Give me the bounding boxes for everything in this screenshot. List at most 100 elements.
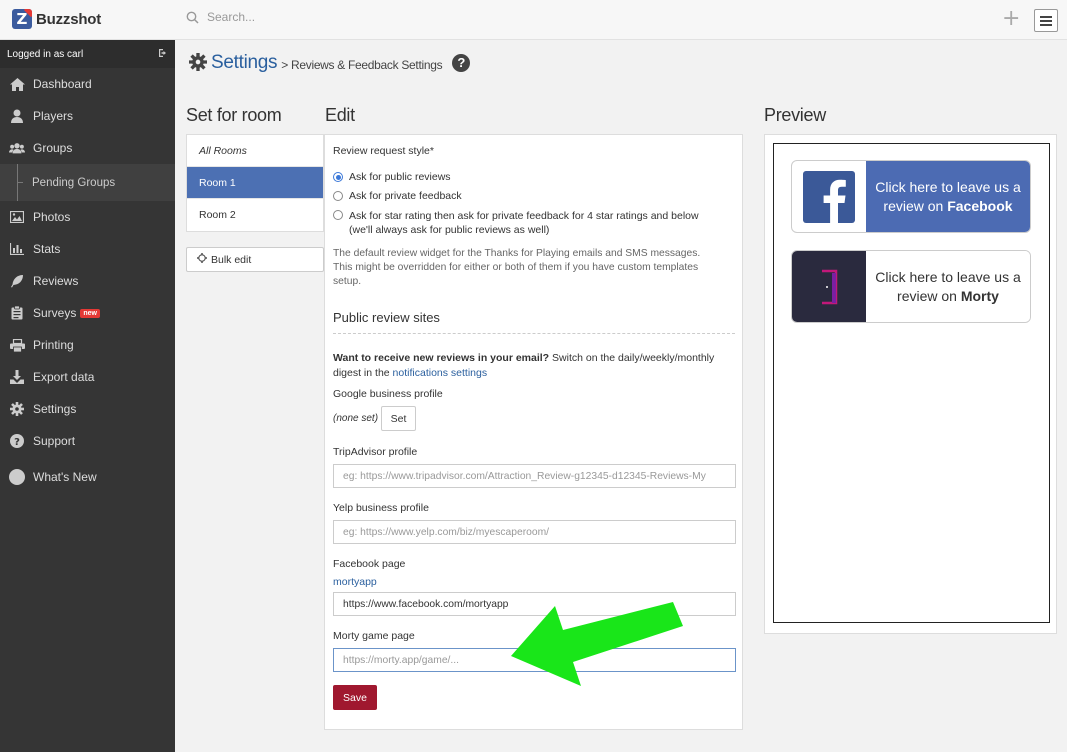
- sidebar-item-groups[interactable]: Groups: [0, 132, 175, 164]
- sidebar-item-photos[interactable]: Photos: [0, 201, 175, 233]
- morty-icon-box: [792, 251, 866, 322]
- sidebar-item-label: Settings: [33, 402, 77, 416]
- users-icon: [9, 140, 25, 156]
- room-1[interactable]: Room 1: [187, 167, 323, 199]
- radio-unselected[interactable]: [333, 210, 343, 220]
- gear-icon: [9, 401, 25, 417]
- facebook-review-button[interactable]: Click here to leave us a review on Facebo…: [791, 160, 1031, 233]
- sidebar-item-pending-groups[interactable]: Pending Groups: [0, 164, 175, 201]
- notifications-settings-link[interactable]: notifications settings: [393, 367, 488, 379]
- yelp-label: Yelp business profile: [333, 502, 429, 514]
- logged-in-bar: Logged in as carl: [0, 40, 175, 68]
- sidebar-item-label: What's New: [33, 470, 97, 484]
- bulk-edit-button[interactable]: Bulk edit: [186, 247, 324, 272]
- radio-selected[interactable]: [333, 172, 343, 182]
- top-bar: Z Buzzshot Search... +: [0, 0, 1067, 40]
- yelp-input[interactable]: eg: https://www.yelp.com/biz/myescaperoo…: [333, 520, 736, 544]
- morty-review-text: Click here to leave us a review on Morty: [866, 251, 1030, 322]
- sidebar-item-whats-new[interactable]: What's New: [0, 461, 175, 493]
- morty-review-button[interactable]: Click here to leave us a review on Morty: [791, 250, 1031, 323]
- google-value: (none set): [333, 413, 379, 424]
- new-badge: new: [80, 308, 100, 318]
- tree-line: [17, 164, 23, 201]
- sidebar-item-label: Pending Groups: [32, 176, 116, 189]
- search-input[interactable]: Search...: [207, 10, 255, 24]
- room-all-rooms[interactable]: All Rooms: [187, 135, 323, 167]
- gear-icon: [197, 253, 207, 266]
- help-icon[interactable]: ?: [452, 54, 471, 72]
- logout-icon[interactable]: [158, 48, 168, 61]
- breadcrumb-settings-link[interactable]: Settings: [211, 52, 278, 74]
- sidebar-item-stats[interactable]: Stats: [0, 233, 175, 265]
- save-button[interactable]: Save: [333, 685, 377, 710]
- sidebar-item-label: Support: [33, 434, 76, 448]
- email-text: Switch on the daily/weekly/monthly: [549, 352, 715, 364]
- radio-label: Ask for star rating then ask for private…: [349, 210, 699, 222]
- tripadvisor-input[interactable]: eg: https://www.tripadvisor.com/Attracti…: [333, 464, 736, 488]
- sidebar-item-label: Export data: [33, 370, 95, 384]
- sidebar-item-support[interactable]: ? Support: [0, 425, 175, 457]
- sidebar-item-players[interactable]: Players: [0, 100, 175, 132]
- radio-star-rating[interactable]: Ask for star rating then ask for private…: [333, 209, 699, 237]
- feather-icon: [9, 273, 25, 289]
- sidebar-item-export-data[interactable]: Export data: [0, 361, 175, 393]
- sidebar-item-label: Reviews: [33, 274, 79, 288]
- sidebar-item-printing[interactable]: Printing: [0, 329, 175, 361]
- search-bar[interactable]: Search...: [186, 10, 255, 24]
- logged-in-label: Logged in as carl: [7, 48, 84, 60]
- default-widget-help: The default review widget for the Thanks…: [333, 247, 738, 289]
- bar-chart-icon: [9, 241, 25, 257]
- email-text: digest in the: [333, 367, 393, 379]
- email-digest-note: Want to receive new reviews in your emai…: [333, 351, 738, 381]
- facebook-icon: [803, 170, 855, 223]
- clipboard-icon: [9, 305, 25, 321]
- sidebar-item-label: Players: [33, 109, 74, 123]
- add-icon[interactable]: +: [1002, 8, 1020, 30]
- preview-line: Click here to leave us a: [875, 268, 1021, 285]
- breadcrumb: Settings > Reviews & Feedback Settings ?: [189, 52, 471, 74]
- buzzshot-logo-icon: Z: [12, 9, 32, 29]
- edit-heading: Edit: [325, 105, 355, 125]
- sidebar-item-surveys[interactable]: Surveys new: [0, 297, 175, 329]
- help-line: This might be overridden for either or b…: [333, 262, 699, 273]
- sidebar-item-reviews[interactable]: Reviews: [0, 265, 175, 297]
- preview-frame: Click here to leave us a review on Facebo…: [773, 143, 1050, 623]
- facebook-page-link[interactable]: mortyapp: [333, 576, 377, 588]
- preview-bold: Morty: [960, 287, 999, 304]
- room-2[interactable]: Room 2: [187, 199, 323, 231]
- download-icon: [9, 369, 25, 385]
- public-review-sites-heading: Public review sites: [333, 310, 440, 325]
- facebook-label: Facebook page: [333, 558, 406, 570]
- tripadvisor-label: TripAdvisor profile: [333, 446, 418, 458]
- room-list: All Rooms Room 1 Room 2: [186, 134, 324, 232]
- sidebar-item-label: Dashboard: [33, 77, 92, 91]
- app-name: Buzzshot: [36, 10, 102, 28]
- app-logo[interactable]: Z Buzzshot: [12, 9, 101, 29]
- radio-private-feedback[interactable]: Ask for private feedback: [333, 190, 462, 202]
- sidebar-item-label: Photos: [33, 210, 71, 224]
- circle-icon: [9, 469, 25, 485]
- sidebar-item-label: Stats: [33, 242, 61, 256]
- home-icon: [9, 76, 25, 92]
- annotation-arrow-icon: [511, 602, 683, 686]
- facebook-review-text: Click here to leave us a review on Facebo…: [866, 161, 1030, 232]
- svg-text:?: ?: [14, 437, 20, 448]
- radio-public-reviews[interactable]: Ask for public reviews: [333, 171, 451, 183]
- bulk-edit-label: Bulk edit: [211, 253, 252, 266]
- sidebar-item-dashboard[interactable]: Dashboard: [0, 68, 175, 100]
- help-line: setup.: [333, 276, 362, 287]
- search-icon: [186, 11, 199, 24]
- radio-label: Ask for private feedback: [349, 190, 462, 202]
- menu-button[interactable]: [1034, 9, 1058, 32]
- divider: [333, 333, 735, 334]
- gear-icon: [189, 52, 207, 74]
- breadcrumb-current: > Reviews & Feedback Settings: [281, 57, 443, 72]
- email-bold: Want to receive new reviews in your emai…: [333, 352, 550, 364]
- sidebar-item-settings[interactable]: Settings: [0, 393, 175, 425]
- sidebar: Logged in as carl Dashboard Players Grou…: [0, 40, 175, 752]
- radio-label: Ask for public reviews: [349, 171, 451, 183]
- preview-bold: Facebook: [947, 197, 1013, 214]
- google-set-button[interactable]: Set: [381, 406, 416, 431]
- sidebar-item-label: Groups: [33, 141, 73, 155]
- radio-unselected[interactable]: [333, 191, 343, 201]
